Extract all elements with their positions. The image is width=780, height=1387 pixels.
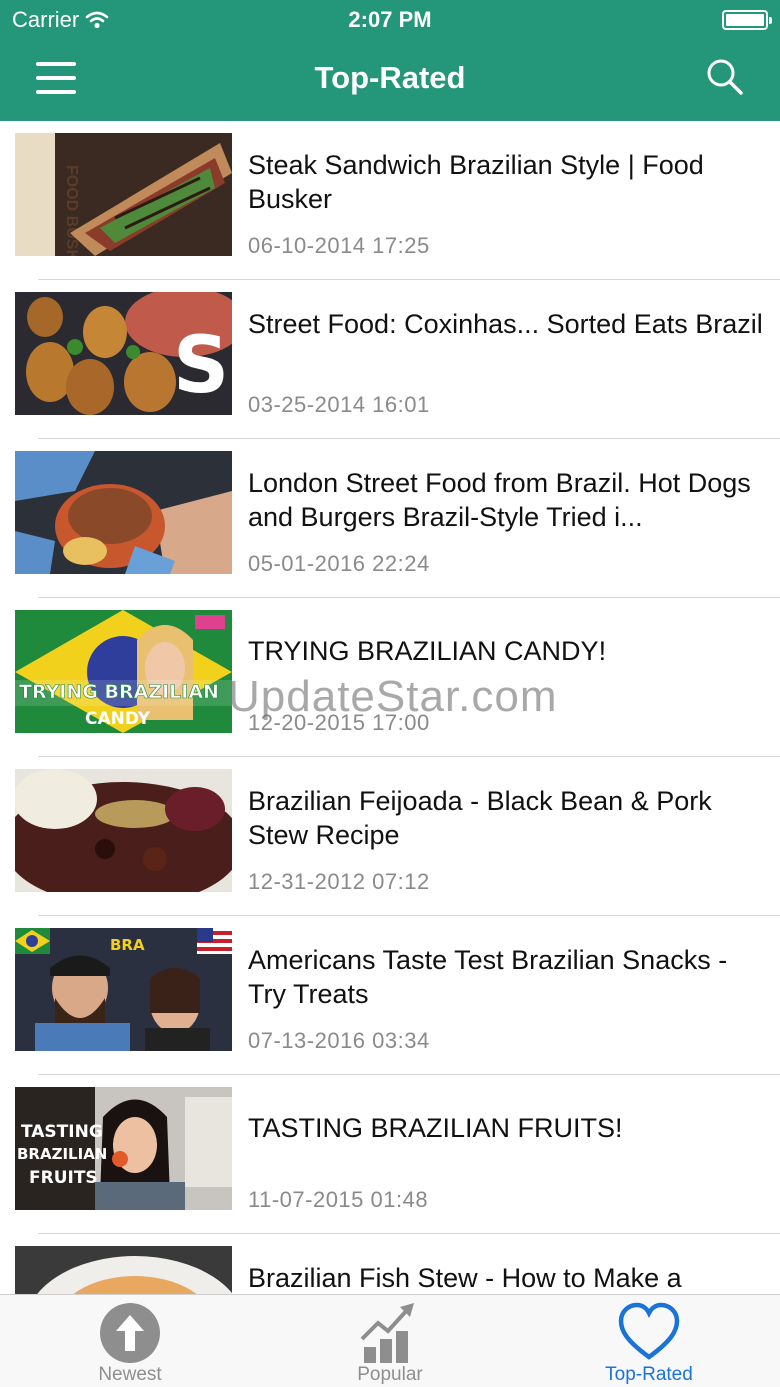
tab-newest[interactable]: Newest bbox=[30, 1295, 230, 1387]
video-thumbnail: FOOD BUSKER bbox=[15, 133, 232, 256]
tab-label: Top-Rated bbox=[605, 1364, 693, 1385]
video-thumbnail bbox=[15, 769, 232, 892]
video-title: Steak Sandwich Brazilian Style | Food Bu… bbox=[248, 150, 704, 214]
bar-chart-trend-icon bbox=[360, 1303, 414, 1363]
video-row[interactable]: London Street Food from Brazil. Hot Dogs… bbox=[0, 439, 780, 598]
status-time: 2:07 PM bbox=[348, 7, 432, 32]
thumbnail-caption-line1: TRYING BRAZILIAN bbox=[19, 681, 219, 703]
battery-icon bbox=[722, 10, 772, 30]
tab-popular[interactable]: Popular bbox=[290, 1295, 490, 1387]
thumbnail-caption-line2: CANDY bbox=[85, 709, 151, 729]
video-thumbnail: BRA bbox=[15, 928, 232, 1051]
search-icon[interactable] bbox=[706, 58, 744, 96]
thumbnail-text-line1: TASTING bbox=[21, 1122, 103, 1142]
video-thumbnail bbox=[15, 451, 232, 574]
video-row[interactable]: Brazilian Fish Stew - How to Make a bbox=[0, 1234, 780, 1294]
tab-bar: Newest Popular Top-Rated bbox=[0, 1294, 780, 1387]
video-title: TASTING BRAZILIAN FRUITS! bbox=[248, 1113, 623, 1143]
video-date: 03-25-2014 16:01 bbox=[248, 392, 430, 417]
video-row[interactable]: BRA Americans Taste Test Brazilian Snack… bbox=[0, 916, 780, 1075]
thumbnail-brand-text: FOOD BUSKER bbox=[63, 165, 80, 256]
tab-top-rated[interactable]: Top-Rated bbox=[549, 1295, 749, 1387]
page-title: Top-Rated bbox=[314, 60, 466, 95]
video-title: Brazilian Fish Stew - How to Make a bbox=[248, 1263, 682, 1293]
tab-label: Newest bbox=[98, 1364, 162, 1385]
video-date: 07-13-2016 03:34 bbox=[248, 1028, 430, 1053]
status-bar: Carrier 2:07 PM bbox=[0, 0, 780, 40]
video-thumbnail: S bbox=[15, 292, 232, 415]
video-title: Americans Taste Test Brazilian Snacks - … bbox=[248, 945, 728, 1009]
video-date: 05-01-2016 22:24 bbox=[248, 551, 430, 576]
video-thumbnail: TASTING BRAZILIAN FRUITS bbox=[15, 1087, 232, 1210]
video-title: Brazilian Feijoada - Black Bean & Pork S… bbox=[248, 786, 712, 850]
watermark-text: UpdateStar.com bbox=[228, 672, 558, 721]
video-date: 06-10-2014 17:25 bbox=[248, 233, 430, 258]
thumbnail-banner-text: BRA bbox=[110, 936, 145, 954]
video-date: 11-07-2015 01:48 bbox=[248, 1187, 429, 1212]
tab-label: Popular bbox=[357, 1364, 423, 1385]
thumbnail-logo-text: S bbox=[173, 321, 229, 411]
heart-icon bbox=[618, 1302, 680, 1360]
arrow-up-circle-icon bbox=[100, 1303, 160, 1363]
app-header: Carrier 2:07 PM Top-Rated bbox=[0, 0, 780, 121]
thumbnail-text-line2: BRAZILIAN bbox=[17, 1145, 107, 1163]
video-row[interactable]: S Street Food: Coxinhas... Sorted Eats B… bbox=[0, 280, 780, 439]
video-title: TRYING BRAZILIAN CANDY! bbox=[248, 636, 607, 666]
video-title: Street Food: Coxinhas... Sorted Eats Bra… bbox=[248, 309, 763, 339]
video-thumbnail: TRYING BRAZILIAN CANDY bbox=[15, 610, 232, 733]
video-row[interactable]: FOOD BUSKER Steak Sandwich Brazilian Sty… bbox=[0, 121, 780, 280]
video-row[interactable]: TASTING BRAZILIAN FRUITS TASTING BRAZILI… bbox=[0, 1075, 780, 1234]
video-title: London Street Food from Brazil. Hot Dogs… bbox=[248, 468, 751, 532]
video-thumbnail bbox=[15, 1246, 232, 1294]
thumbnail-text-line3: FRUITS bbox=[29, 1168, 98, 1188]
video-date: 12-31-2012 07:12 bbox=[248, 869, 430, 894]
video-row[interactable]: Brazilian Feijoada - Black Bean & Pork S… bbox=[0, 757, 780, 916]
navigation-bar: Top-Rated bbox=[0, 40, 780, 121]
